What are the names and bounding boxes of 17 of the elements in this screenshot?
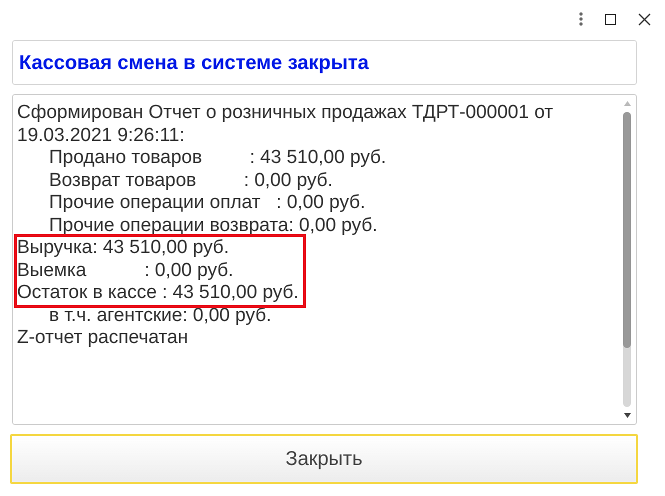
scroll-thumb[interactable] bbox=[623, 112, 631, 348]
report-line: в т.ч. агентские: 0,00 руб. bbox=[48, 304, 272, 327]
report-line: Выемка : 0,00 руб. bbox=[17, 260, 234, 282]
more-options-icon[interactable] bbox=[579, 12, 583, 26]
report-line: Остаток в кассе : 43 510,00 руб. bbox=[17, 282, 299, 304]
report-line: Z-отчет распечатан bbox=[17, 327, 190, 350]
report-line: Возврат товаров : 0,00 руб. bbox=[48, 170, 334, 192]
header-title: Кассовая смена в системе закрыта bbox=[19, 50, 369, 76]
report-line: Прочие операции оплат : 0,00 руб. bbox=[48, 192, 366, 214]
report-line: Сформирован Отчет о розничных продажах ТДРТ-000001 от 19.03.2021 9:26:11: bbox=[17, 102, 554, 147]
report-line: Выручка: 43 510,00 руб. bbox=[17, 237, 230, 260]
report-line: Продано товаров : 43 510,00 руб. bbox=[48, 147, 388, 170]
scroll-down-icon[interactable] bbox=[624, 413, 630, 418]
report-line: Прочие операции возврата: 0,00 руб. bbox=[48, 214, 379, 237]
maximize-icon[interactable] bbox=[605, 14, 616, 24]
close-icon[interactable] bbox=[638, 12, 651, 26]
close-button[interactable]: Закрыть bbox=[10, 434, 638, 484]
